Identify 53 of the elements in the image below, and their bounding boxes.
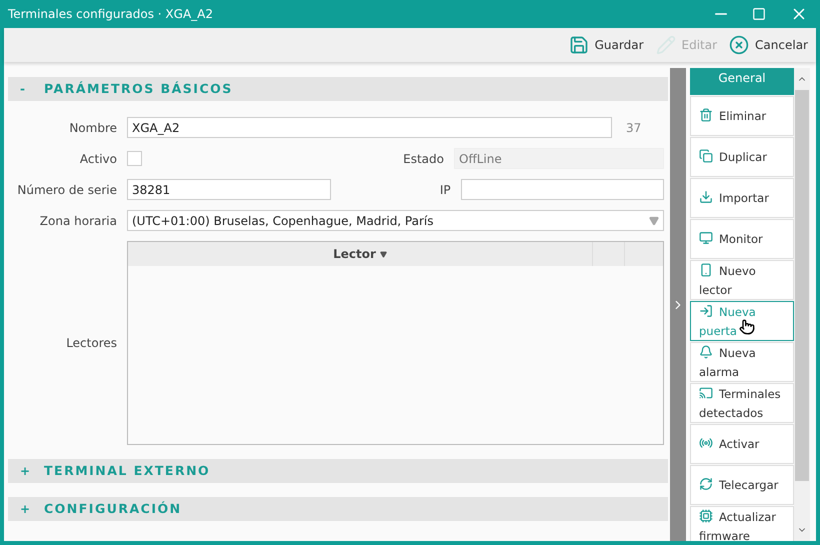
field-label: Activo <box>78 150 117 168</box>
action-button[interactable]: Activar <box>690 424 794 464</box>
toggle-sign: - <box>20 81 26 98</box>
window-title: Terminales configurados · XGA_A2 <box>8 6 214 23</box>
action-button[interactable]: Telecargar <box>690 465 794 505</box>
field-label: Nombre <box>68 120 117 136</box>
close-icon <box>729 35 750 55</box>
action-button[interactable]: Nuevo lector <box>690 260 794 300</box>
action-button[interactable]: Terminales detectados <box>690 383 794 423</box>
character-count: 37 <box>626 120 642 136</box>
scrollbar[interactable] <box>794 68 810 541</box>
bell-icon <box>699 345 713 359</box>
field-label: Número de serie <box>16 182 117 198</box>
toolbar-button[interactable]: Guardar <box>568 35 644 55</box>
action-button[interactable]: Importar <box>690 178 794 218</box>
field-label: IP <box>438 182 451 198</box>
trash-icon <box>699 108 713 122</box>
refresh-icon <box>699 477 713 491</box>
action-button[interactable]: Monitor <box>690 219 794 259</box>
timezone-dropdown[interactable]: (UTC+01:00) Bruselas, Copenhague, Madrid, París <box>127 210 664 231</box>
copy-icon <box>699 149 713 163</box>
field-label: Zona horaria <box>38 212 117 230</box>
field-label: Estado <box>402 150 444 168</box>
cast-icon <box>699 386 713 400</box>
status-field: OffLine <box>454 148 664 169</box>
download-icon <box>699 190 713 204</box>
action-button[interactable]: Eliminar <box>690 96 794 136</box>
door-icon <box>699 304 713 318</box>
sort-arrow-icon <box>380 250 387 258</box>
ip-field[interactable] <box>460 179 664 200</box>
section-title: CONFIGURACIÓN <box>44 500 182 518</box>
maximize-icon[interactable] <box>752 7 766 21</box>
action-button[interactable]: Duplicar <box>690 137 794 177</box>
section-title: PARÁMETROS BÁSICOS <box>44 80 233 98</box>
reader-icon <box>699 263 713 277</box>
chip-icon <box>699 509 713 523</box>
toggle-sign: + <box>20 501 28 518</box>
action-button[interactable]: Nueva alarma <box>690 342 794 382</box>
pencil-icon <box>656 35 676 55</box>
section-title: TERMINAL EXTERNO <box>44 462 210 480</box>
toggle-sign: + <box>20 463 28 480</box>
toolbar-button[interactable]: Cancelar <box>729 35 808 55</box>
hand-cursor-icon <box>739 318 755 336</box>
floppy-icon <box>568 35 589 55</box>
serial-number-field[interactable]: 38281 <box>127 179 331 200</box>
panel-header: General <box>690 68 794 95</box>
field-label: Lectores <box>65 335 117 352</box>
action-button[interactable]: Actualizar firmware <box>690 506 794 541</box>
name-field[interactable]: XGA_A2 <box>127 117 612 138</box>
checkbox[interactable] <box>127 151 142 166</box>
monitor-icon <box>699 231 713 245</box>
dropdown-arrow-icon <box>649 216 659 226</box>
signal-icon <box>699 436 713 450</box>
